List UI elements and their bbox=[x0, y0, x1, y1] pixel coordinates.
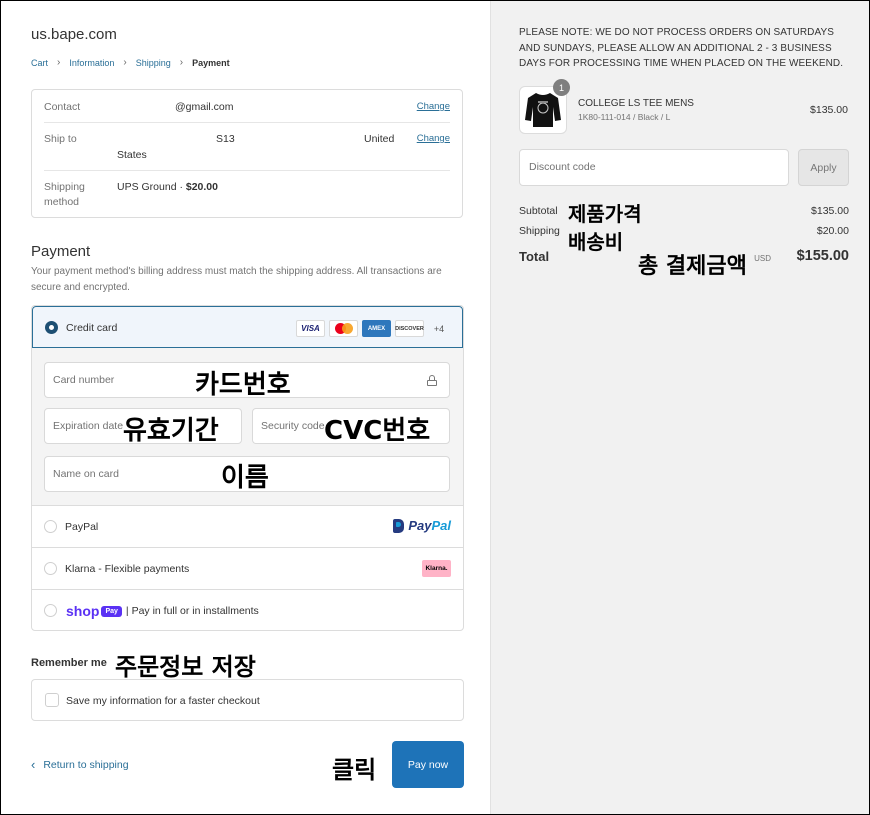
annotation-click: 클릭 bbox=[332, 756, 377, 784]
shop-pay-option[interactable]: shop Pay | Pay in full or in installment… bbox=[32, 590, 463, 630]
mastercard-icon bbox=[329, 320, 358, 337]
annotation-shipping: 배송비 bbox=[568, 230, 624, 254]
divider bbox=[44, 170, 450, 171]
review-ship-row: Ship to S13 United States Change bbox=[44, 132, 450, 164]
ship-address-part: S13 bbox=[216, 133, 235, 145]
annotation-security: CVC번호 bbox=[324, 416, 431, 446]
ship-country-cont: States bbox=[117, 149, 147, 161]
change-ship-link[interactable]: Change bbox=[417, 133, 450, 144]
chevron-right-icon: › bbox=[179, 57, 184, 68]
klarna-radio[interactable] bbox=[44, 562, 57, 575]
currency-code: USD bbox=[754, 254, 771, 263]
paypal-label: PayPal bbox=[65, 521, 99, 533]
expiration-placeholder: Expiration date bbox=[53, 420, 124, 432]
payment-title: Payment bbox=[31, 243, 91, 260]
store-name[interactable]: us.bape.com bbox=[31, 26, 117, 43]
tee-shirt-icon bbox=[525, 93, 561, 127]
remember-me-title: Remember me bbox=[31, 657, 107, 669]
review-method-row: Shipping method UPS Ground · $20.00 bbox=[44, 180, 450, 212]
pay-now-button[interactable]: Pay now bbox=[392, 741, 464, 788]
shipping-amount: $20.00 bbox=[816, 225, 849, 237]
checkout-main: us.bape.com Cart › Information › Shippin… bbox=[1, 1, 490, 814]
subtotal-label: Subtotal bbox=[519, 205, 558, 217]
breadcrumb-cart[interactable]: Cart bbox=[31, 58, 48, 68]
shipping-label: Shipping bbox=[519, 225, 560, 237]
credit-card-option[interactable]: Credit card VISA AMEX DISCOVER +4 bbox=[32, 306, 463, 348]
breadcrumb: Cart › Information › Shipping › Payment bbox=[31, 57, 230, 68]
annotation-remember: 주문정보 저장 bbox=[115, 653, 256, 681]
shipping-method-label-1: Shipping bbox=[44, 181, 85, 193]
review-contact-row: Contact @gmail.com Change bbox=[44, 100, 450, 116]
credit-card-label: Credit card bbox=[66, 322, 118, 334]
chevron-right-icon: › bbox=[57, 57, 61, 68]
shop-pay-badge: Pay bbox=[101, 605, 122, 617]
ship-to-label: Ship to bbox=[44, 133, 77, 145]
annotation-total: 총 결제금액 bbox=[638, 254, 747, 279]
lock-icon bbox=[427, 375, 437, 386]
visa-icon: VISA bbox=[296, 320, 325, 337]
product-name: COLLEGE LS TEE MENS bbox=[578, 98, 694, 109]
paypal-option[interactable]: PayPal Pay Pal bbox=[32, 506, 463, 548]
klarna-option[interactable]: Klarna - Flexible payments Klarna. bbox=[32, 548, 463, 590]
breadcrumb-payment: Payment bbox=[192, 57, 230, 68]
chevron-left-icon: ‹ bbox=[31, 757, 36, 772]
annotation-card-number: 카드번호 bbox=[195, 370, 291, 400]
breadcrumb-shipping[interactable]: Shipping bbox=[136, 58, 171, 68]
save-info-label: Save my information for a faster checkou… bbox=[66, 695, 260, 707]
more-cards-badge: +4 bbox=[433, 323, 445, 334]
klarna-label: Klarna - Flexible payments bbox=[65, 563, 190, 575]
apply-discount-button[interactable]: Apply bbox=[798, 149, 849, 186]
divider bbox=[44, 122, 450, 123]
paypal-radio[interactable] bbox=[44, 520, 57, 533]
shipping-method-label-2: method bbox=[44, 196, 80, 208]
discount-placeholder: Discount code bbox=[529, 161, 596, 173]
credit-card-radio[interactable] bbox=[45, 321, 58, 334]
ship-country: United bbox=[364, 133, 395, 145]
amex-icon: AMEX bbox=[362, 320, 391, 337]
order-summary: PLEASE NOTE: WE DO NOT PROCESS ORDERS ON… bbox=[490, 1, 869, 814]
klarna-logo-icon: Klarna. bbox=[422, 560, 451, 577]
discover-icon: DISCOVER bbox=[395, 320, 424, 337]
annotation-subtotal: 제품가격 bbox=[568, 202, 642, 226]
security-code-placeholder: Security code bbox=[261, 420, 325, 432]
contact-label: Contact bbox=[44, 101, 81, 113]
shop-pay-logo: shop Pay | Pay in full or in installment… bbox=[66, 603, 259, 619]
shipping-method-value: UPS Ground · $20.00 bbox=[117, 181, 218, 193]
return-label: Return to shipping bbox=[43, 758, 129, 771]
change-contact-link[interactable]: Change bbox=[417, 101, 450, 112]
annotation-expiration: 유효기간 bbox=[123, 416, 219, 446]
remember-me-box[interactable]: Save my information for a faster checkou… bbox=[31, 679, 464, 721]
annotation-name: 이름 bbox=[221, 463, 269, 493]
save-info-checkbox[interactable] bbox=[45, 693, 59, 707]
product-price: $135.00 bbox=[810, 104, 848, 116]
quantity-badge: 1 bbox=[553, 79, 570, 96]
subtotal-amount: $135.00 bbox=[811, 205, 849, 217]
paypal-logo-icon: Pay Pal bbox=[393, 518, 451, 533]
contact-value: @gmail.com bbox=[175, 101, 234, 113]
order-review-box: Contact @gmail.com Change Ship to S13 Un… bbox=[31, 89, 463, 218]
card-number-placeholder: Card number bbox=[53, 374, 115, 386]
discount-code-input[interactable]: Discount code bbox=[519, 149, 789, 186]
return-to-shipping-link[interactable]: ‹ Return to shipping bbox=[31, 757, 129, 772]
card-logos: VISA AMEX DISCOVER +4 bbox=[296, 320, 450, 337]
payment-subtitle: Your payment method's billing address mu… bbox=[31, 266, 442, 293]
total-label: Total bbox=[519, 249, 550, 264]
shop-logo-word: shop bbox=[66, 603, 100, 619]
weekend-notice: PLEASE NOTE: WE DO NOT PROCESS ORDERS ON… bbox=[519, 27, 844, 69]
chevron-right-icon: › bbox=[123, 57, 127, 68]
total-amount: $155.00 bbox=[796, 248, 849, 264]
breadcrumb-information[interactable]: Information bbox=[69, 58, 114, 68]
product-variant: 1K80-111-014 / Black / L bbox=[578, 112, 671, 122]
shop-pay-label: | Pay in full or in installments bbox=[125, 605, 259, 617]
shop-pay-radio[interactable] bbox=[44, 604, 57, 617]
name-on-card-placeholder: Name on card bbox=[53, 468, 119, 480]
